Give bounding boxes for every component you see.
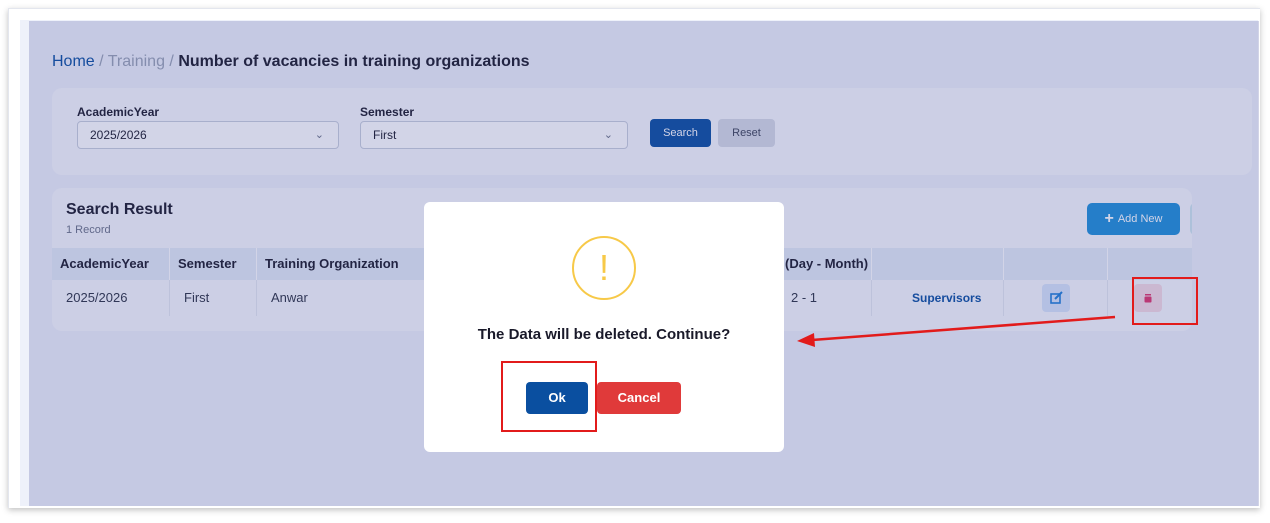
delete-highlight-box xyxy=(1132,277,1198,325)
ok-highlight-box xyxy=(501,361,597,432)
dialog-message: The Data will be deleted. Continue? xyxy=(477,326,731,343)
warning-icon: ! xyxy=(572,236,636,300)
cancel-button[interactable]: Cancel xyxy=(597,382,681,414)
confirm-dialog: ! The Data will be deleted. Continue? Ok… xyxy=(424,202,784,452)
